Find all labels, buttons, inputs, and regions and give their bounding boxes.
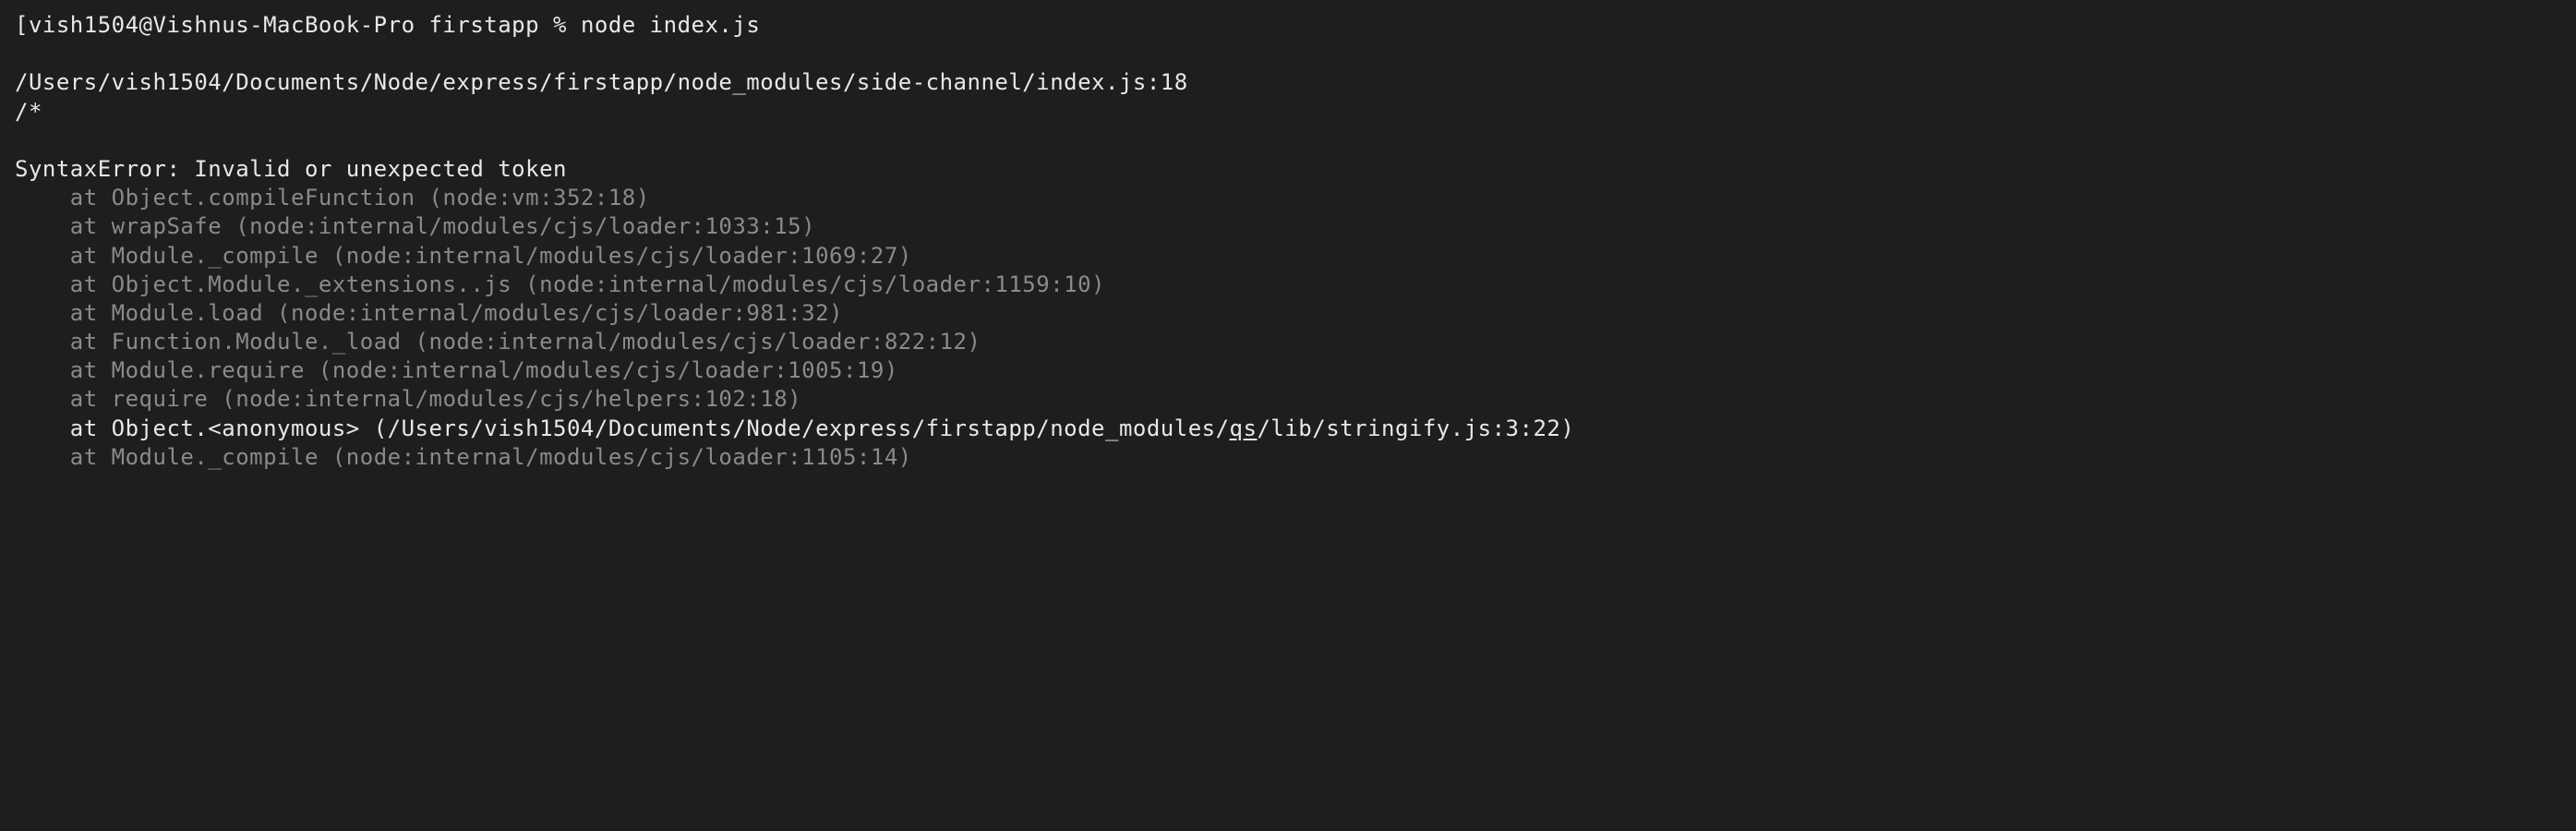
stack-frame: at Function.Module._load (node:internal/… [15, 328, 2561, 356]
prompt-open-bracket: [ [15, 12, 29, 38]
stack-frame-highlight: at Object.<anonymous> (/Users/vish1504/D… [15, 415, 2561, 443]
error-snippet: /* [15, 98, 2561, 126]
error-type: SyntaxError: [15, 156, 180, 182]
stack-frame: at Object.Module._extensions..js (node:i… [15, 271, 2561, 299]
blank-line [15, 126, 2561, 155]
prompt-user-host: vish1504@Vishnus-MacBook-Pro [29, 12, 415, 38]
error-file-path: /Users/vish1504/Documents/Node/express/f… [15, 68, 2561, 97]
stack-frame: at Module.require (node:internal/modules… [15, 356, 2561, 385]
command-text: node index.js [581, 12, 760, 38]
blank-line [15, 40, 2561, 68]
stack-frame: at wrapSafe (node:internal/modules/cjs/l… [15, 212, 2561, 241]
stack-frame: at require (node:internal/modules/cjs/he… [15, 385, 2561, 414]
stack-frame: at Module._compile (node:internal/module… [15, 242, 2561, 271]
stack-frame: at Module.load (node:internal/modules/cj… [15, 299, 2561, 328]
stack-frame: at Module._compile (node:internal/module… [15, 443, 2561, 472]
prompt-line: [vish1504@Vishnus-MacBook-Pro firstapp %… [15, 11, 2561, 40]
prompt-symbol: % [553, 12, 567, 38]
stack-frame: at Object.compileFunction (node:vm:352:1… [15, 184, 2561, 212]
underlined-module: qs [1230, 416, 1258, 441]
error-header: SyntaxError: Invalid or unexpected token [15, 155, 2561, 184]
error-message: Invalid or unexpected token [194, 156, 567, 182]
terminal-output[interactable]: [vish1504@Vishnus-MacBook-Pro firstapp %… [15, 11, 2561, 472]
prompt-dir: firstapp [428, 12, 539, 38]
